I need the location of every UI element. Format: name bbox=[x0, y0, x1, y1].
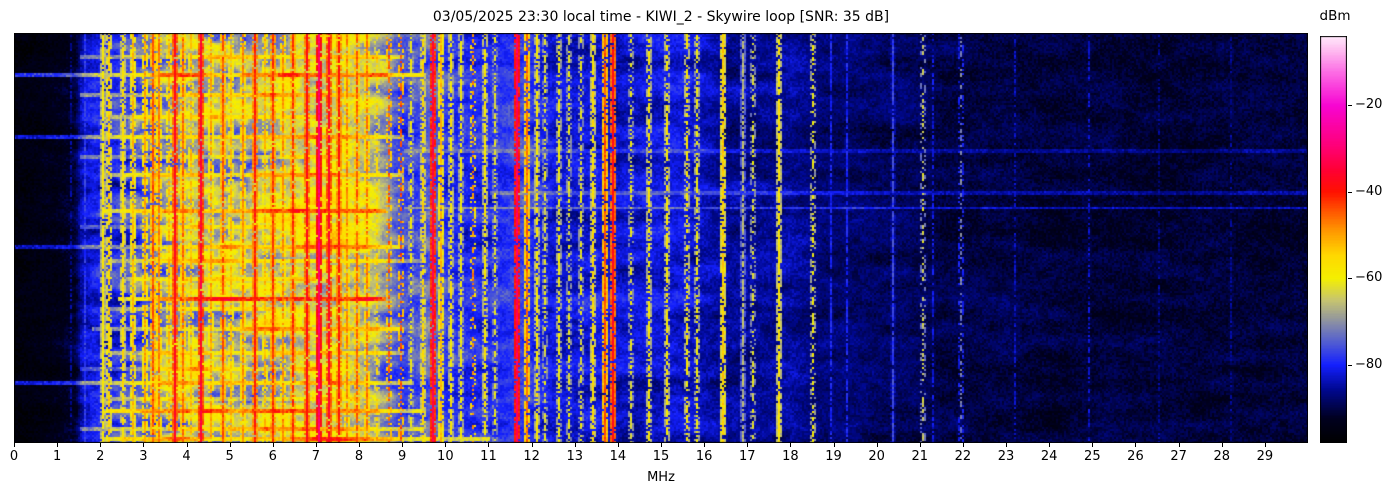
x-axis-tick-label: 26 bbox=[1127, 449, 1144, 464]
x-axis-tick bbox=[617, 443, 619, 447]
x-axis-tick-label: 6 bbox=[268, 449, 277, 464]
x-axis-tick-label: 25 bbox=[1084, 449, 1101, 464]
x-axis-tick bbox=[962, 443, 964, 447]
x-axis-tick-label: 10 bbox=[437, 449, 454, 464]
colorbar-tick-label: −80 bbox=[1355, 357, 1383, 372]
x-axis-tick bbox=[186, 443, 188, 447]
colorbar-tick bbox=[1348, 365, 1352, 366]
colorbar-title: dBm bbox=[1319, 8, 1351, 24]
x-axis-tick bbox=[1221, 443, 1223, 447]
x-axis-tick-label: 0 bbox=[9, 449, 19, 464]
x-axis-tick bbox=[14, 443, 15, 447]
x-axis-tick bbox=[229, 443, 231, 447]
x-axis-tick bbox=[1178, 443, 1180, 447]
colorbar-tick-label: −40 bbox=[1355, 184, 1383, 199]
x-axis-tick-label: 27 bbox=[1170, 449, 1187, 464]
x-axis-tick-label: 3 bbox=[139, 449, 148, 464]
x-axis-tick-label: 14 bbox=[609, 449, 627, 464]
x-axis-tick bbox=[704, 443, 706, 447]
x-axis-tick bbox=[574, 443, 576, 447]
colorbar-tick-label: −60 bbox=[1355, 270, 1383, 285]
x-axis-tick-label: 24 bbox=[1040, 449, 1058, 464]
x-axis-tick-label: 5 bbox=[225, 449, 234, 464]
x-axis-tick-label: 18 bbox=[782, 449, 799, 464]
x-axis-tick bbox=[272, 443, 274, 447]
x-axis-tick bbox=[531, 443, 533, 447]
x-axis-tick bbox=[1006, 443, 1008, 447]
x-axis-tick bbox=[790, 443, 792, 447]
x-axis-tick-label: 23 bbox=[997, 449, 1015, 464]
x-axis-tick-label: 16 bbox=[695, 449, 713, 464]
colorbar-tick-label: −20 bbox=[1355, 97, 1383, 112]
x-axis-tick-label: 15 bbox=[652, 449, 670, 464]
x-axis-tick-label: 7 bbox=[311, 449, 321, 464]
spectrogram-canvas bbox=[14, 33, 1308, 443]
x-axis-tick-label: 21 bbox=[911, 449, 929, 464]
x-axis-tick bbox=[1264, 443, 1266, 447]
x-axis-tick-label: 19 bbox=[825, 449, 842, 464]
x-axis-tick bbox=[747, 443, 749, 447]
x-axis-tick bbox=[359, 443, 361, 447]
x-axis-tick bbox=[315, 443, 317, 447]
colorbar-tick bbox=[1348, 105, 1352, 106]
x-axis-label: MHz bbox=[647, 470, 675, 485]
x-axis-tick-label: 29 bbox=[1256, 449, 1274, 464]
chart-title: 03/05/2025 23:30 local time - KIWI_2 - S… bbox=[432, 9, 890, 25]
x-axis-tick-label: 9 bbox=[398, 449, 407, 464]
x-axis-tick-label: 8 bbox=[354, 449, 364, 464]
x-axis-tick bbox=[143, 443, 145, 447]
x-axis-tick-label: 11 bbox=[480, 449, 497, 464]
x-axis-tick bbox=[661, 443, 662, 447]
x-axis-tick bbox=[488, 443, 490, 447]
colorbar-tick bbox=[1348, 192, 1352, 193]
x-axis-tick-label: 4 bbox=[182, 449, 191, 464]
x-axis-tick-label: 20 bbox=[868, 449, 885, 464]
x-axis-tick bbox=[1049, 443, 1051, 447]
x-axis-tick-label: 2 bbox=[96, 449, 105, 464]
x-axis-tick-label: 13 bbox=[566, 449, 583, 464]
x-axis-tick-label: 17 bbox=[738, 449, 756, 464]
colorbar-canvas bbox=[1320, 36, 1347, 443]
x-axis-tick-label: 1 bbox=[52, 449, 62, 464]
x-axis-tick-label: 12 bbox=[523, 449, 540, 464]
x-axis-tick-label: 28 bbox=[1213, 449, 1230, 464]
x-axis-tick bbox=[1135, 443, 1137, 447]
x-axis-tick-label: 22 bbox=[954, 449, 972, 464]
colorbar-tick bbox=[1348, 278, 1352, 279]
x-axis-tick bbox=[833, 443, 835, 447]
x-axis-tick bbox=[57, 443, 59, 447]
x-axis-tick bbox=[100, 443, 102, 447]
x-axis-tick bbox=[876, 443, 878, 447]
x-axis-tick bbox=[1092, 443, 1094, 447]
spectrogram-figure: 03/05/2025 23:30 local time - KIWI_2 - S… bbox=[0, 0, 1400, 500]
x-axis-tick bbox=[402, 443, 404, 447]
x-axis-tick bbox=[445, 443, 447, 447]
x-axis-tick bbox=[919, 443, 921, 447]
